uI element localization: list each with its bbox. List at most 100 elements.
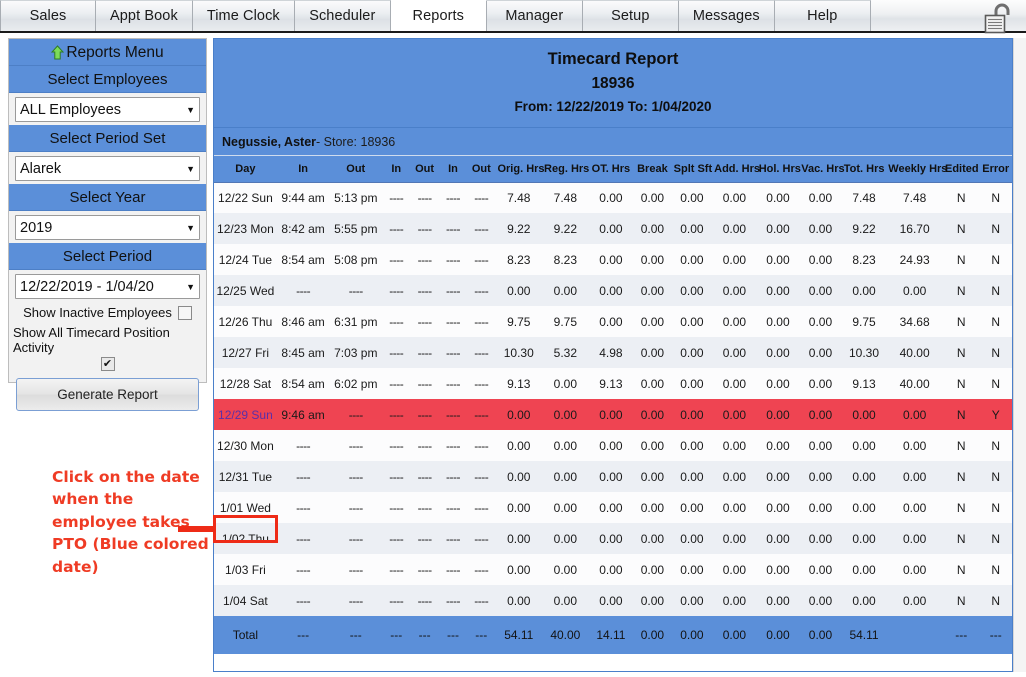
cell-ot: 0.00 bbox=[588, 492, 634, 524]
day-cell[interactable]: 12/26 Thu bbox=[214, 306, 277, 338]
cell-splt: 0.00 bbox=[671, 585, 713, 617]
cell-in3: ---- bbox=[438, 213, 468, 245]
cell-error: N bbox=[979, 585, 1012, 617]
tab-scheduler[interactable]: Scheduler bbox=[294, 0, 391, 31]
tab-help[interactable]: Help bbox=[774, 0, 871, 31]
cell-in1: ---- bbox=[276, 492, 330, 524]
cell-add: 0.00 bbox=[712, 244, 757, 276]
cell-add: 0.00 bbox=[712, 523, 757, 555]
table-row[interactable]: 1/03 Fri ---- ---- ---- ---- ---- ---- 0.00 0.00… bbox=[214, 554, 1012, 586]
show-inactive-checkbox[interactable] bbox=[177, 305, 192, 320]
chevron-down-icon: ▼ bbox=[186, 222, 195, 233]
cell-out2: ---- bbox=[410, 275, 439, 307]
tab-appt-book[interactable]: Appt Book bbox=[96, 0, 193, 31]
day-cell[interactable]: 12/29 Sun bbox=[214, 399, 277, 431]
generate-report-button[interactable]: Generate Report bbox=[16, 378, 199, 411]
table-row[interactable]: 12/29 Sun 9:46 am ---- ---- ---- ---- ---- 0.00… bbox=[214, 399, 1012, 431]
total-cell-in3: --- bbox=[438, 616, 468, 655]
cell-error: N bbox=[979, 368, 1012, 400]
cell-add: 0.00 bbox=[712, 213, 757, 245]
cell-orig: 0.00 bbox=[495, 461, 543, 493]
cell-in3: ---- bbox=[438, 430, 468, 462]
cell-out3: ---- bbox=[467, 492, 496, 524]
cell-ot: 0.00 bbox=[588, 399, 634, 431]
day-cell[interactable]: 12/23 Mon bbox=[214, 213, 277, 245]
tab-reports[interactable]: Reports bbox=[390, 0, 487, 31]
app-root: Sales Appt Book Time Clock Scheduler Reports… bbox=[0, 0, 1026, 677]
cell-in3: ---- bbox=[438, 275, 468, 307]
table-row[interactable]: 12/22 Sun 9:44 am 5:13 pm ---- ---- ---- ---- 7… bbox=[214, 182, 1012, 214]
select-period-wrap: 12/22/2019 - 1/04/20 ▼ bbox=[9, 270, 206, 302]
day-cell[interactable]: 12/30 Mon bbox=[214, 430, 277, 462]
tab-messages[interactable]: Messages bbox=[678, 0, 775, 31]
cell-add: 0.00 bbox=[712, 337, 757, 369]
column-header: Splt Sft bbox=[671, 156, 713, 183]
tab-manager[interactable]: Manager bbox=[486, 0, 583, 31]
reports-menu-label: Reports Menu bbox=[66, 43, 164, 61]
cell-out1: ---- bbox=[329, 399, 383, 431]
cell-vac: 0.00 bbox=[799, 182, 842, 214]
select-period-dropdown[interactable]: 12/22/2019 - 1/04/20 ▼ bbox=[15, 274, 200, 299]
total-cell-edited: --- bbox=[943, 616, 980, 655]
day-cell[interactable]: 1/03 Fri bbox=[214, 554, 277, 586]
generate-report-wrap: Generate Report bbox=[9, 372, 206, 411]
cell-in3: ---- bbox=[438, 492, 468, 524]
timecard-table: Day In Out In Out In Out Orig. Hrs Reg. Hrs OT. H… bbox=[214, 156, 1012, 655]
cell-error: N bbox=[979, 523, 1012, 555]
tab-time-clock[interactable]: Time Clock bbox=[192, 0, 295, 31]
table-row[interactable]: 12/28 Sat 8:54 am 6:02 pm ---- ---- ---- ---- 9… bbox=[214, 368, 1012, 400]
cell-vac: 0.00 bbox=[799, 461, 842, 493]
cell-in1: ---- bbox=[276, 275, 330, 307]
unlocked-padlock-icon[interactable] bbox=[976, 0, 1020, 40]
day-cell[interactable]: 12/31 Tue bbox=[214, 461, 277, 493]
select-year-dropdown[interactable]: 2019 ▼ bbox=[15, 215, 200, 240]
day-cell[interactable]: 12/25 Wed bbox=[214, 275, 277, 307]
table-row[interactable]: 1/02 Thu ---- ---- ---- ---- ---- ---- 0.00 0.00… bbox=[214, 523, 1012, 555]
show-all-activity-row: Show All Timecard Position Activity ✔ bbox=[9, 321, 206, 372]
table-row[interactable]: 12/31 Tue ---- ---- ---- ---- ---- ---- 0.00 0.0… bbox=[214, 461, 1012, 493]
table-row[interactable]: 12/30 Mon ---- ---- ---- ---- ---- ---- 0.00 0.0… bbox=[214, 430, 1012, 462]
cell-reg: 7.48 bbox=[542, 182, 589, 214]
cell-out3: ---- bbox=[467, 306, 496, 338]
cell-ot: 0.00 bbox=[588, 244, 634, 276]
reports-menu-header[interactable]: Reports Menu bbox=[9, 39, 206, 66]
cell-in2: ---- bbox=[382, 461, 411, 493]
day-cell[interactable]: 1/01 Wed bbox=[214, 492, 277, 524]
day-cell[interactable]: 1/04 Sat bbox=[214, 585, 277, 617]
column-header: Orig. Hrs bbox=[495, 156, 545, 183]
table-row[interactable]: 12/27 Fri 8:45 am 7:03 pm ---- ---- ---- ---- 1… bbox=[214, 337, 1012, 369]
cell-weekly: 0.00 bbox=[886, 430, 943, 462]
cell-edited: N bbox=[943, 492, 980, 524]
select-employees-dropdown[interactable]: ALL Employees ▼ bbox=[15, 97, 200, 122]
cell-tot: 8.23 bbox=[841, 244, 887, 276]
table-row[interactable]: 12/25 Wed ---- ---- ---- ---- ---- ---- 0.00 0.0… bbox=[214, 275, 1012, 307]
cell-hol: 0.00 bbox=[756, 213, 800, 245]
right-gutter bbox=[1013, 38, 1026, 672]
day-cell[interactable]: 12/24 Tue bbox=[214, 244, 277, 276]
day-cell[interactable]: 1/02 Thu bbox=[214, 523, 277, 555]
cell-tot: 0.00 bbox=[841, 585, 887, 617]
cell-in2: ---- bbox=[382, 585, 411, 617]
day-cell[interactable]: 12/28 Sat bbox=[214, 368, 277, 400]
tab-setup[interactable]: Setup bbox=[582, 0, 679, 31]
cell-out3: ---- bbox=[467, 461, 496, 493]
cell-splt: 0.00 bbox=[671, 337, 713, 369]
tab-sales[interactable]: Sales bbox=[0, 0, 96, 31]
table-row[interactable]: 12/23 Mon 8:42 am 5:55 pm ---- ---- ---- ---- 9… bbox=[214, 213, 1012, 245]
day-cell[interactable]: 12/22 Sun bbox=[214, 182, 277, 214]
table-row[interactable]: 1/01 Wed ---- ---- ---- ---- ---- ---- 0.00 0.00… bbox=[214, 492, 1012, 524]
total-cell-tot: 54.11 bbox=[841, 616, 887, 655]
table-row[interactable]: 12/26 Thu 8:46 am 6:31 pm ---- ---- ---- ---- 9… bbox=[214, 306, 1012, 338]
reports-sidebar: Reports Menu Select Employees ALL Employ… bbox=[8, 38, 207, 411]
column-header: Out bbox=[329, 156, 383, 183]
cell-out3: ---- bbox=[467, 430, 496, 462]
cell-add: 0.00 bbox=[712, 492, 757, 524]
cell-in1: ---- bbox=[276, 430, 330, 462]
table-row[interactable]: 1/04 Sat ---- ---- ---- ---- ---- ---- 0.00 0.00… bbox=[214, 585, 1012, 617]
day-cell[interactable]: 12/27 Fri bbox=[214, 337, 277, 369]
show-all-activity-checkbox[interactable]: ✔ bbox=[100, 357, 115, 371]
cell-out1: ---- bbox=[329, 461, 383, 493]
select-period-set-dropdown[interactable]: Alarek ▼ bbox=[15, 156, 200, 181]
table-row[interactable]: 12/24 Tue 8:54 am 5:08 pm ---- ---- ---- ---- 8… bbox=[214, 244, 1012, 276]
cell-hol: 0.00 bbox=[756, 399, 800, 431]
